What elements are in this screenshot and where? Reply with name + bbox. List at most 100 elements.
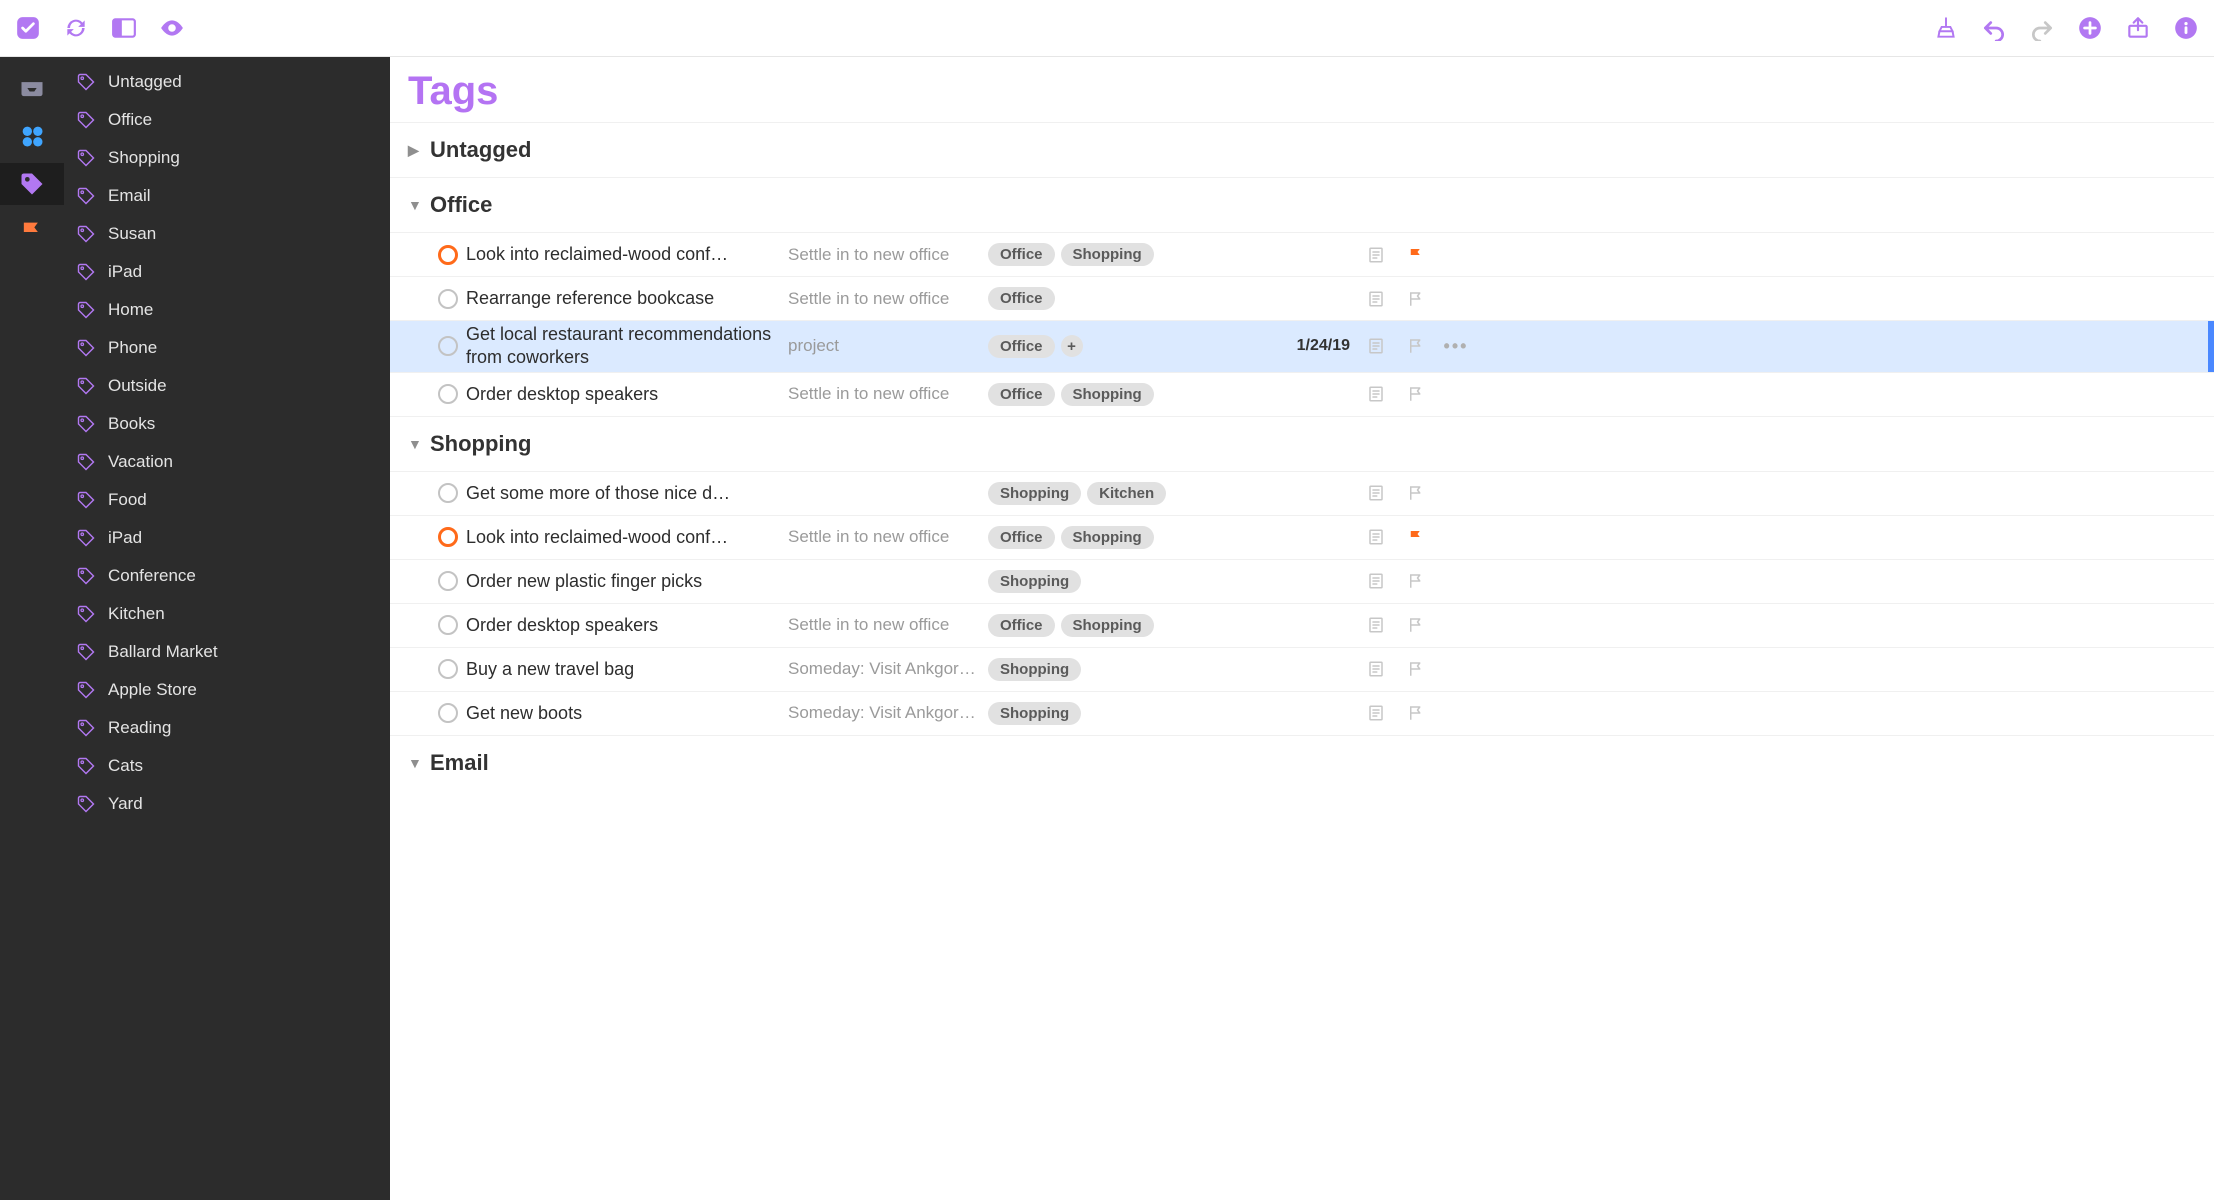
tag-pill[interactable]: Shopping [1061,526,1154,549]
sidebar-tag-item[interactable]: Books [64,405,390,443]
more-icon[interactable]: ••• [1436,336,1476,357]
note-icon[interactable] [1356,484,1396,502]
group-title: Email [430,750,489,776]
flag-icon[interactable] [1396,484,1436,502]
flag-icon[interactable] [1396,290,1436,308]
sidebar-tag-item[interactable]: Ballard Market [64,633,390,671]
note-icon[interactable] [1356,385,1396,403]
task-status-circle[interactable] [438,615,458,635]
info-icon[interactable] [2172,14,2200,42]
cleanup-icon[interactable] [1932,14,1960,42]
task-row[interactable]: Look into reclaimed-wood conf…Settle in … [390,232,2214,276]
note-icon[interactable] [1356,616,1396,634]
sidebar-tag-item[interactable]: Home [64,291,390,329]
tag-pill[interactable]: Kitchen [1087,482,1166,505]
task-status-circle[interactable] [438,384,458,404]
task-status-circle[interactable] [438,336,458,356]
tag-pill[interactable]: Office [988,287,1055,310]
task-row[interactable]: Get local restaurant recommen­dations fr… [390,320,2214,372]
tag-pill[interactable]: Shopping [1061,383,1154,406]
sidebar-tag-label: Phone [108,338,157,358]
sync-icon[interactable] [62,14,90,42]
task-status-circle[interactable] [438,483,458,503]
flag-icon[interactable] [1396,704,1436,722]
tag-pill[interactable]: Office [988,383,1055,406]
sidebar-tag-item[interactable]: Kitchen [64,595,390,633]
note-icon[interactable] [1356,572,1396,590]
check-icon[interactable] [14,14,42,42]
sidebar-toggle-icon[interactable] [110,14,138,42]
sidebar-tag-item[interactable]: Conference [64,557,390,595]
task-row[interactable]: Order desktop speakersSettle in to new o… [390,603,2214,647]
undo-icon[interactable] [1980,14,2008,42]
task-status-circle[interactable] [438,703,458,723]
tag-pill[interactable]: Shopping [988,482,1081,505]
task-status-circle[interactable] [438,245,458,265]
sidebar-tag-item[interactable]: Untagged [64,63,390,101]
rail-tags[interactable] [0,163,64,205]
sidebar-tag-item[interactable]: Yard [64,785,390,823]
note-icon[interactable] [1356,528,1396,546]
group-header[interactable]: ▼Email [390,736,2214,790]
flag-icon[interactable] [1396,246,1436,264]
tag-pill[interactable]: Shopping [1061,243,1154,266]
task-row[interactable]: Look into reclaimed-wood conf…Settle in … [390,515,2214,559]
task-status-circle[interactable] [438,289,458,309]
flag-icon[interactable] [1396,385,1436,403]
sidebar-tag-item[interactable]: Email [64,177,390,215]
sidebar-tag-item[interactable]: Apple Store [64,671,390,709]
flag-icon[interactable] [1396,616,1436,634]
view-icon[interactable] [158,14,186,42]
add-tag-button[interactable]: + [1061,335,1083,357]
tag-pill[interactable]: Office [988,614,1055,637]
group-header[interactable]: ▼Shopping [390,417,2214,471]
task-status-circle[interactable] [438,659,458,679]
note-icon[interactable] [1356,660,1396,678]
sidebar-tag-item[interactable]: Susan [64,215,390,253]
add-icon[interactable] [2076,14,2104,42]
tag-pill[interactable]: Shopping [988,702,1081,725]
tag-pill[interactable]: Shopping [1061,614,1154,637]
sidebar-tag-item[interactable]: Food [64,481,390,519]
tag-pill[interactable]: Shopping [988,658,1081,681]
rail-inbox[interactable] [0,67,64,109]
task-row[interactable]: Rearrange reference bookcaseSettle in to… [390,276,2214,320]
redo-icon[interactable] [2028,14,2056,42]
task-row[interactable]: Order desktop speakersSettle in to new o… [390,372,2214,416]
sidebar-tag-item[interactable]: Phone [64,329,390,367]
note-icon[interactable] [1356,246,1396,264]
task-row[interactable]: Order new plastic finger picksShopping [390,559,2214,603]
rail-flagged[interactable] [0,211,64,253]
sidebar-tag-item[interactable]: Cats [64,747,390,785]
flag-icon[interactable] [1396,528,1436,546]
note-icon[interactable] [1356,337,1396,355]
sidebar-tag-item[interactable]: iPad [64,253,390,291]
note-icon[interactable] [1356,290,1396,308]
flag-icon[interactable] [1396,660,1436,678]
sidebar-tag-item[interactable]: Outside [64,367,390,405]
tag-icon [74,414,98,434]
task-row[interactable]: Buy a new travel bagSomeday: Visit Ankgo… [390,647,2214,691]
tag-pill[interactable]: Office [988,526,1055,549]
tag-pill[interactable]: Shopping [988,570,1081,593]
flag-icon[interactable] [1396,337,1436,355]
tag-pill[interactable]: Office [988,335,1055,358]
sidebar-tag-item[interactable]: Vacation [64,443,390,481]
sidebar-tag-item[interactable]: Reading [64,709,390,747]
task-row[interactable]: Get new bootsSomeday: Visit Ankgor …Shop… [390,691,2214,735]
note-icon[interactable] [1356,704,1396,722]
share-icon[interactable] [2124,14,2152,42]
group-header[interactable]: ▶Untagged [390,123,2214,177]
task-status-circle[interactable] [438,527,458,547]
sidebar-tag-item[interactable]: iPad [64,519,390,557]
tag-pill[interactable]: Office [988,243,1055,266]
task-status-circle[interactable] [438,571,458,591]
group-header[interactable]: ▼Office [390,178,2214,232]
sidebar-tag-item[interactable]: Office [64,101,390,139]
flag-icon[interactable] [1396,572,1436,590]
task-project: Settle in to new office [788,289,988,309]
task-row[interactable]: Get some more of those nice d…ShoppingKi… [390,471,2214,515]
sidebar-tag-item[interactable]: Shopping [64,139,390,177]
rail-projects[interactable] [0,115,64,157]
sidebar-tag-label: Shopping [108,148,180,168]
